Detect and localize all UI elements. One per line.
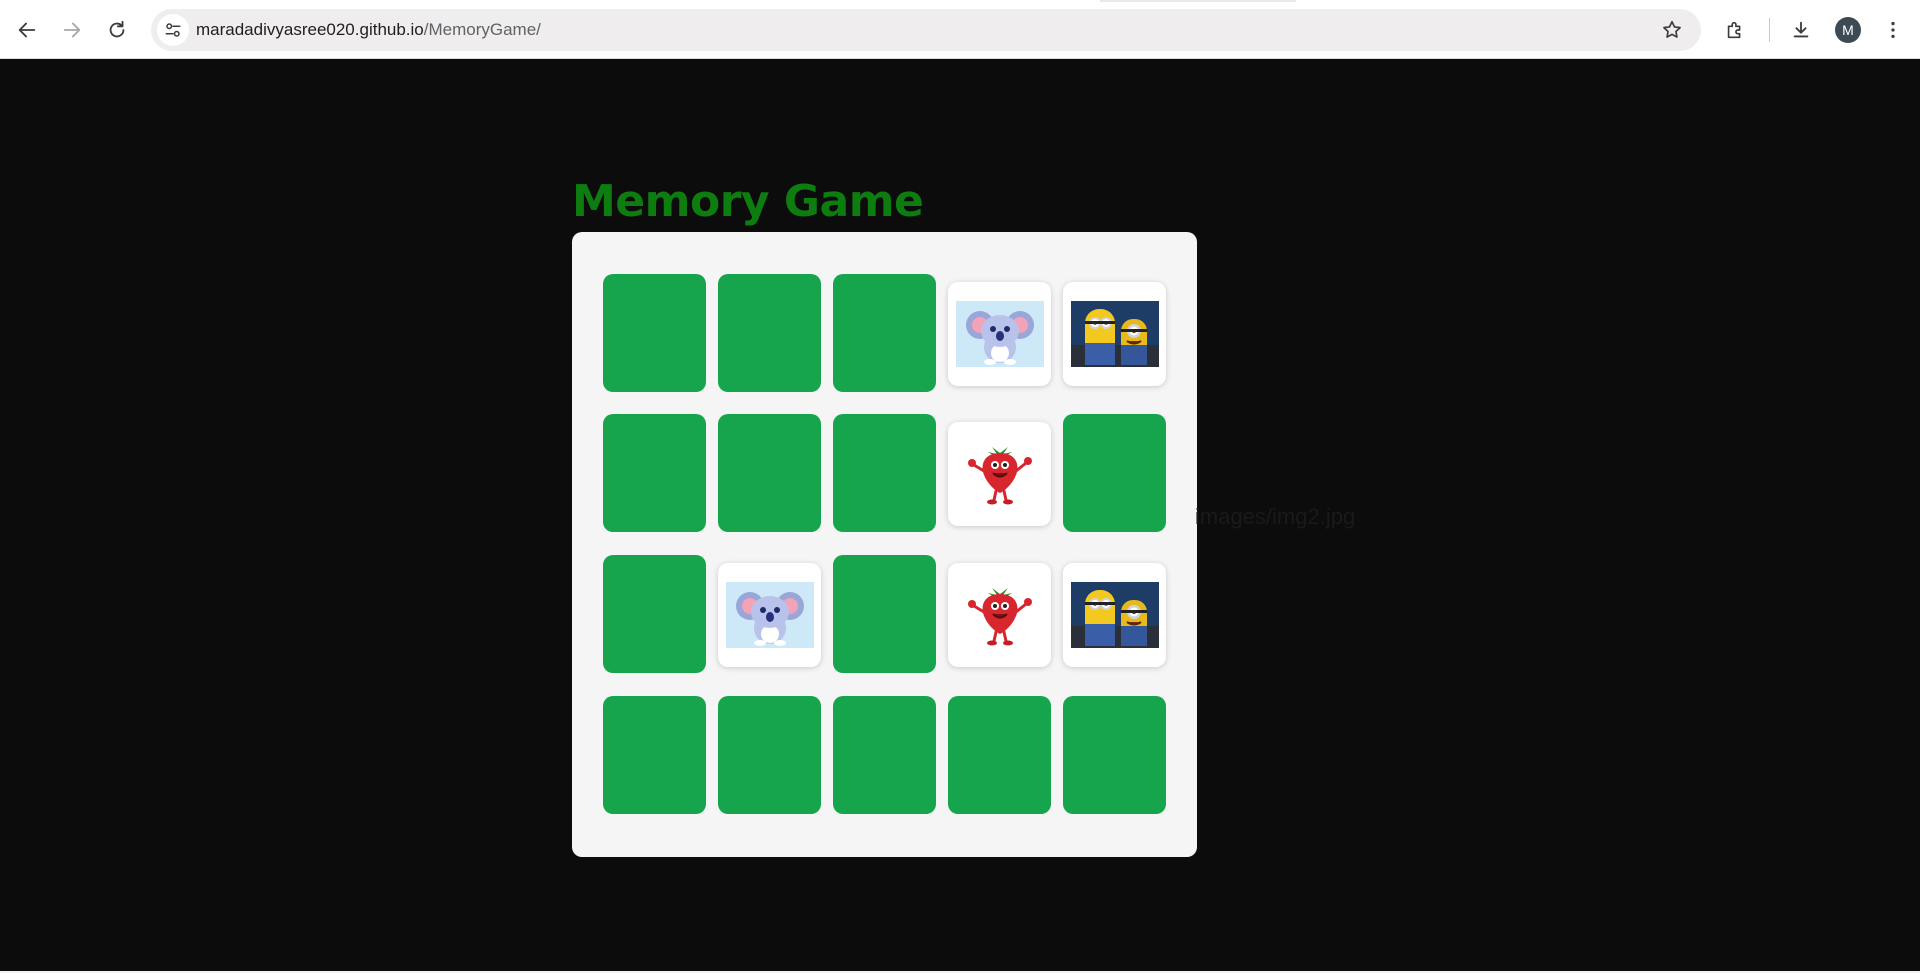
memory-card-revealed[interactable]	[948, 422, 1051, 526]
memory-card[interactable]	[718, 414, 821, 532]
memory-card[interactable]	[833, 696, 936, 814]
puzzle-icon	[1727, 21, 1741, 39]
memory-card[interactable]	[1063, 414, 1166, 532]
memory-card[interactable]	[833, 414, 936, 532]
forward-button[interactable]	[54, 12, 90, 48]
download-icon	[1793, 21, 1809, 38]
minions-icon	[1070, 301, 1159, 367]
reload-icon	[109, 20, 125, 38]
memory-card[interactable]	[948, 696, 1051, 814]
toolbar-divider	[1769, 18, 1770, 42]
minions-icon	[1070, 582, 1159, 648]
memory-card[interactable]	[833, 555, 936, 673]
tab-strip-edge	[1100, 0, 1296, 2]
tune-icon	[165, 23, 181, 37]
memory-card[interactable]	[1063, 696, 1166, 814]
back-button[interactable]	[9, 12, 45, 48]
memory-card-revealed[interactable]	[1063, 282, 1166, 386]
star-icon	[1663, 20, 1681, 38]
memory-card[interactable]	[603, 414, 706, 532]
strawberry-icon	[955, 441, 1044, 507]
site-settings-button[interactable]	[157, 14, 189, 46]
koala-icon	[955, 301, 1044, 367]
browser-toolbar: maradadivyasree020.github.io/MemoryGame/…	[0, 0, 1920, 59]
memory-card-revealed[interactable]	[948, 282, 1051, 386]
browser-menu-button[interactable]	[1875, 12, 1911, 48]
game-board	[572, 232, 1197, 857]
image-path-text: images/img2.jpg	[1195, 504, 1356, 529]
arrow-left-icon	[18, 22, 36, 38]
memory-card[interactable]	[718, 274, 821, 392]
memory-card-revealed[interactable]	[718, 563, 821, 667]
more-vert-icon	[1891, 21, 1895, 39]
strawberry-icon	[955, 582, 1044, 648]
memory-card-revealed[interactable]	[948, 563, 1051, 667]
koala-icon	[725, 582, 814, 648]
memory-card[interactable]	[603, 696, 706, 814]
arrow-right-icon	[63, 22, 81, 38]
memory-card-revealed[interactable]	[1063, 563, 1166, 667]
memory-card[interactable]	[603, 274, 706, 392]
memory-card[interactable]	[833, 274, 936, 392]
bookmark-button[interactable]	[1659, 17, 1685, 43]
url-text[interactable]: maradadivyasree020.github.io/MemoryGame/	[196, 20, 541, 40]
page-title: Memory Game	[572, 176, 924, 227]
downloads-button[interactable]	[1783, 12, 1819, 48]
memory-card[interactable]	[603, 555, 706, 673]
reload-button[interactable]	[99, 12, 135, 48]
memory-card[interactable]	[718, 696, 821, 814]
url-host: maradadivyasree020.github.io	[196, 20, 424, 39]
profile-avatar[interactable]: M	[1835, 17, 1861, 43]
address-bar[interactable]: maradadivyasree020.github.io/MemoryGame/	[151, 9, 1701, 51]
url-path: /MemoryGame/	[423, 20, 541, 39]
extensions-button[interactable]	[1717, 12, 1753, 48]
